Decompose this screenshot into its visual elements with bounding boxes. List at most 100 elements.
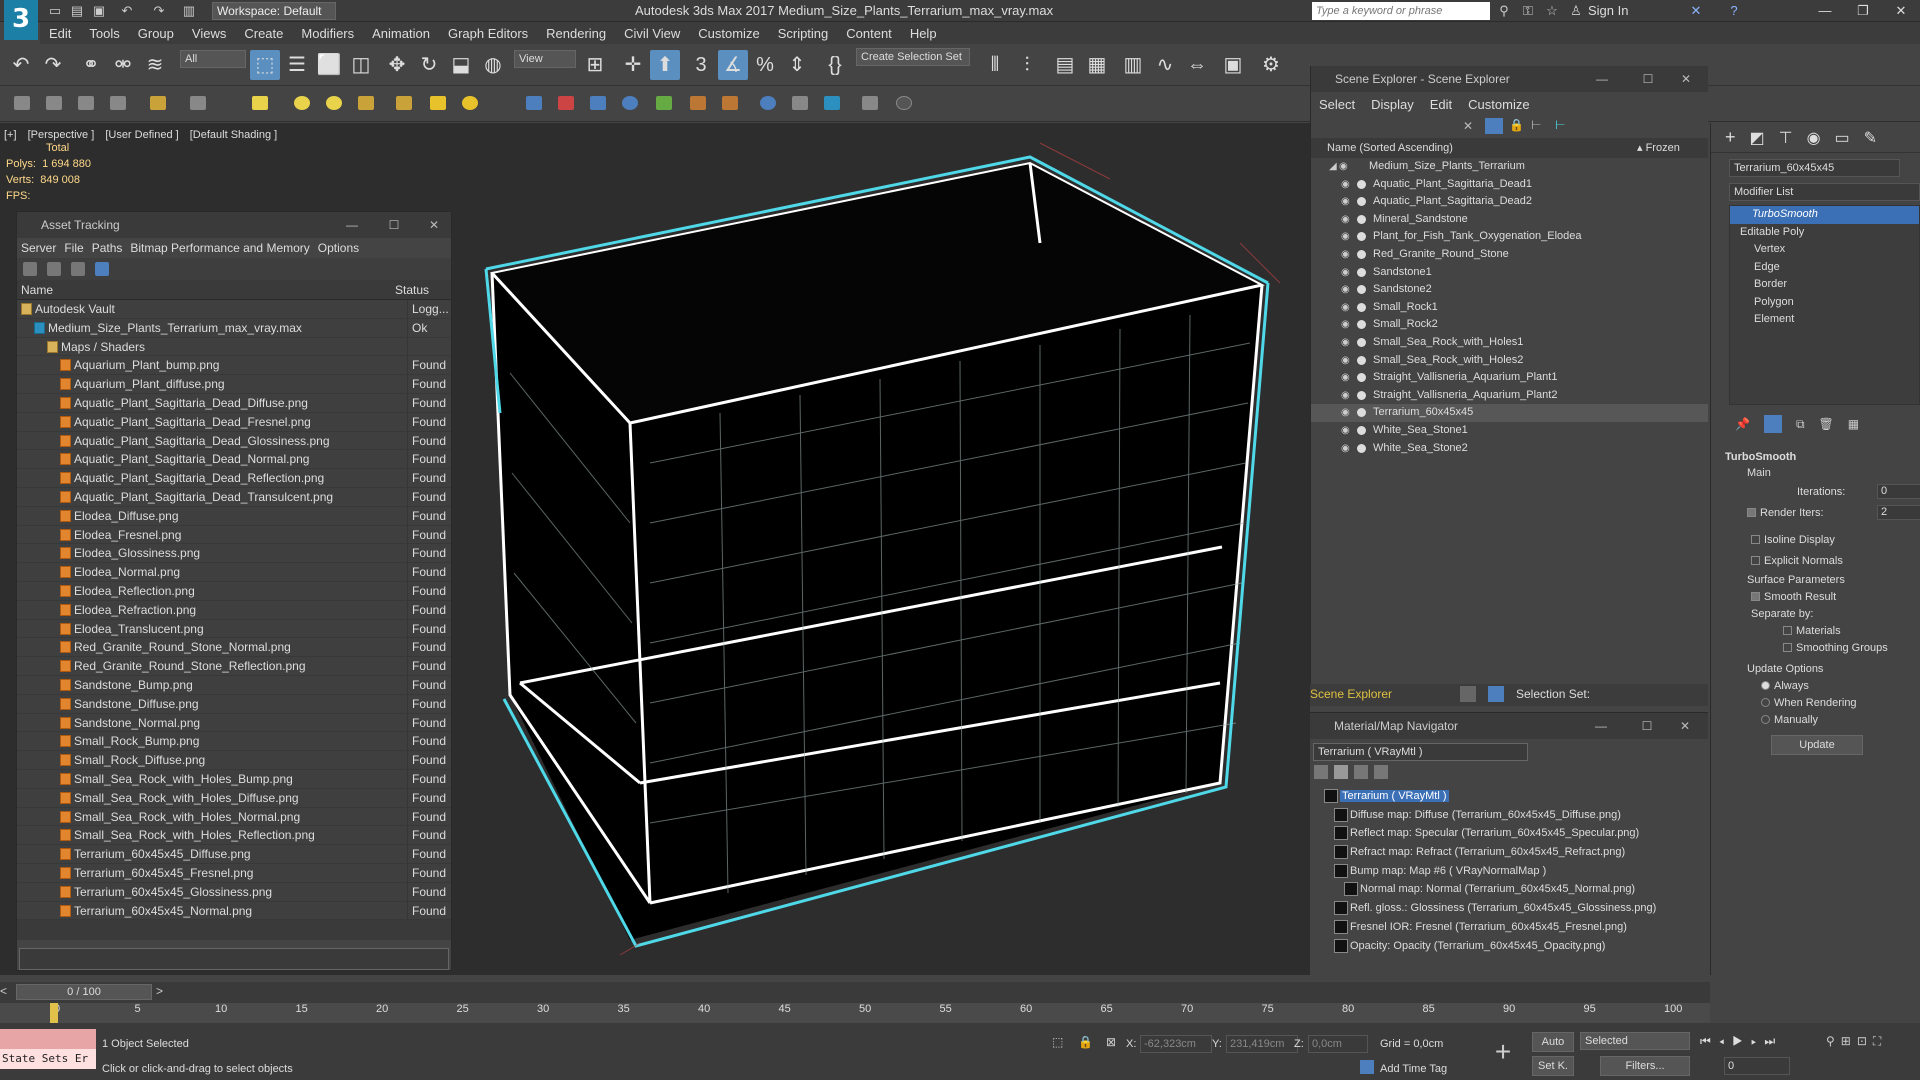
edit-named-selection-icon[interactable]: {} xyxy=(820,50,850,80)
display-tab-icon[interactable]: ▭ xyxy=(1835,128,1850,148)
asset-row[interactable]: Terrarium_60x45x45_Fresnel.png Found xyxy=(17,863,451,883)
go-to-end-icon[interactable]: ⏭ xyxy=(1764,1034,1783,1048)
eye-icon[interactable]: ◉ xyxy=(1341,369,1350,387)
when-rendering-radio[interactable] xyxy=(1761,698,1770,707)
scene-object-row[interactable]: ◉ Aquatic_Plant_Sagittaria_Dead1 xyxy=(1311,176,1708,194)
light-icon[interactable] xyxy=(430,96,446,110)
eye-icon[interactable]: ◉ xyxy=(1339,158,1348,176)
auto-key-button[interactable]: Auto xyxy=(1532,1032,1574,1052)
time-marker[interactable] xyxy=(50,1003,58,1023)
render-toggle-icon[interactable] xyxy=(1357,179,1366,189)
render-toggle-icon[interactable] xyxy=(1357,320,1366,330)
named-selection-sets-dropdown[interactable]: Create Selection Set xyxy=(856,48,970,66)
asset-tracking-titlebar[interactable]: Asset Tracking — ☐ ✕ xyxy=(17,212,451,238)
menu-customize[interactable]: Customize xyxy=(689,26,768,41)
render-toggle-icon[interactable] xyxy=(1357,197,1366,207)
key-filters-button[interactable]: Filters... xyxy=(1600,1056,1690,1076)
col-frozen[interactable]: ▴ Frozen xyxy=(1637,138,1680,158)
spinner-snap-icon[interactable]: ⇕ xyxy=(782,50,812,80)
menu-civil-view[interactable]: Civil View xyxy=(615,26,689,41)
scene-explorer-toggle-icon[interactable]: ▤ xyxy=(1050,50,1080,80)
eye-icon[interactable]: ◉ xyxy=(1341,176,1350,194)
open-icon[interactable]: ▤ xyxy=(68,2,86,20)
zoom-extents-icon[interactable]: ⊡ xyxy=(1857,1034,1873,1048)
menu-group[interactable]: Group xyxy=(129,26,183,41)
asset-row[interactable]: Aquatic_Plant_Sagittaria_Dead_Transulcen… xyxy=(17,487,451,507)
menu-create[interactable]: Create xyxy=(235,26,292,41)
close-icon[interactable]: ✕ xyxy=(1672,713,1698,739)
viewport-user-defined[interactable]: [User Defined ] xyxy=(105,129,178,141)
menu-edit[interactable]: Edit xyxy=(40,26,80,41)
scene-root[interactable]: ◢ ◉ Medium_Size_Plants_Terrarium xyxy=(1311,158,1708,176)
app-logo[interactable]: 3 xyxy=(4,0,38,40)
vray-fur-icon[interactable] xyxy=(656,96,672,110)
render-toggle-icon[interactable] xyxy=(1357,425,1366,435)
go-to-start-icon[interactable]: ⏮ xyxy=(1700,1034,1719,1048)
next-key-icon[interactable]: ▸ xyxy=(1751,1034,1764,1048)
zoom-icon[interactable]: ⚲ xyxy=(1826,1034,1841,1048)
asset-row[interactable]: Elodea_Refraction.png Found xyxy=(17,600,451,620)
rectangular-selection-icon[interactable]: ⬜ xyxy=(314,50,344,80)
sync-icon[interactable]: ⊢ xyxy=(1555,118,1565,132)
col-name[interactable]: Name (Sorted Ascending) xyxy=(1327,138,1453,158)
eye-icon[interactable]: ◉ xyxy=(1341,334,1350,352)
eye-icon[interactable]: ◉ xyxy=(1341,264,1350,282)
maximize-icon[interactable]: ☐ xyxy=(381,212,407,238)
tool-icon-2[interactable] xyxy=(46,96,62,110)
manually-radio[interactable] xyxy=(1761,715,1770,724)
view-icon-4[interactable] xyxy=(95,262,109,276)
menu-scripting[interactable]: Scripting xyxy=(769,26,838,41)
cylinder-icon[interactable] xyxy=(358,96,374,110)
redo-icon[interactable]: ↷ xyxy=(38,50,68,80)
frame-counter[interactable]: 0 / 100 xyxy=(16,984,152,1000)
asset-row[interactable]: Elodea_Diffuse.png Found xyxy=(17,506,451,526)
material-tree-row[interactable]: Refl. gloss.: Glossiness (Terrarium_60x4… xyxy=(1310,899,1708,918)
expand-icon[interactable]: ◢ xyxy=(1329,158,1337,176)
asset-row[interactable]: Small_Rock_Bump.png Found xyxy=(17,732,451,752)
object-name-field[interactable]: Terrarium_60x45x45 xyxy=(1729,159,1900,177)
asset-row[interactable]: Aquatic_Plant_Sagittaria_Dead_Diffuse.pn… xyxy=(17,393,451,413)
zoom-all-icon[interactable]: ⊞ xyxy=(1841,1034,1857,1048)
tool-icon-6[interactable] xyxy=(190,96,206,110)
minimize-icon[interactable]: — xyxy=(1589,66,1615,92)
box-icon[interactable] xyxy=(252,96,268,110)
tool-icon-3[interactable] xyxy=(78,96,94,110)
asset-row[interactable]: Aquatic_Plant_Sagittaria_Dead_Fresnel.pn… xyxy=(17,412,451,432)
smooth-result-row[interactable]: Smooth Result xyxy=(1751,589,1920,606)
render-icon[interactable] xyxy=(760,96,776,110)
material-tree-row[interactable]: Reflect map: Specular (Terrarium_60x45x4… xyxy=(1310,824,1708,843)
eye-icon[interactable]: ◉ xyxy=(1341,352,1350,370)
asset-row[interactable]: Red_Granite_Round_Stone_Normal.png Found xyxy=(17,638,451,658)
pivot-center-icon[interactable]: ⊞ xyxy=(580,50,610,80)
maximize-viewport-icon[interactable]: ⛶ xyxy=(1873,1034,1887,1048)
large-icons-view-icon[interactable] xyxy=(1374,765,1388,779)
eye-icon[interactable]: ◉ xyxy=(1341,404,1350,422)
isoline-row[interactable]: Isoline Display xyxy=(1751,530,1920,551)
vray-proxy-icon[interactable] xyxy=(690,96,706,110)
iterations-spinner[interactable]: 0 xyxy=(1877,484,1920,499)
save-icon[interactable]: ▣ xyxy=(90,2,108,20)
layer-explorer-icon[interactable]: ▦ xyxy=(1082,50,1112,80)
render-toggle-icon[interactable] xyxy=(1357,249,1366,259)
material-tree-row[interactable]: Refract map: Refract (Terrarium_60x45x45… xyxy=(1310,843,1708,862)
asset-row[interactable]: Terrarium_60x45x45_Diffuse.png Found xyxy=(17,845,451,864)
material-tree-row[interactable]: Diffuse map: Diffuse (Terrarium_60x45x45… xyxy=(1310,806,1708,825)
menu-server[interactable]: Server xyxy=(17,241,60,255)
key-filter-dropdown[interactable]: Selected xyxy=(1580,1032,1690,1050)
helper-icon[interactable] xyxy=(526,96,542,110)
rotate-icon[interactable]: ↻ xyxy=(414,50,444,80)
help-icon[interactable]: ? xyxy=(1724,2,1744,20)
absolute-mode-icon[interactable]: ⊠ xyxy=(1106,1035,1116,1049)
render-setup-icon[interactable]: ⚙ xyxy=(1256,50,1286,80)
minimize-icon[interactable]: — xyxy=(339,212,365,238)
scale-icon[interactable]: ⬓ xyxy=(446,50,476,80)
remove-modifier-icon[interactable]: 🗑 xyxy=(1819,417,1834,431)
set-key-icon[interactable]: + xyxy=(1488,1036,1518,1070)
render-toggle-icon[interactable] xyxy=(1357,285,1366,295)
asset-list-hscroll[interactable] xyxy=(17,920,451,940)
play-icon[interactable]: ▶ xyxy=(1732,1034,1751,1048)
asset-row[interactable]: Elodea_Normal.png Found xyxy=(17,563,451,582)
render-iters-spinner[interactable]: 2 xyxy=(1877,505,1920,520)
spacewarp-icon[interactable] xyxy=(558,96,574,110)
eye-icon[interactable]: ◉ xyxy=(1341,246,1350,264)
